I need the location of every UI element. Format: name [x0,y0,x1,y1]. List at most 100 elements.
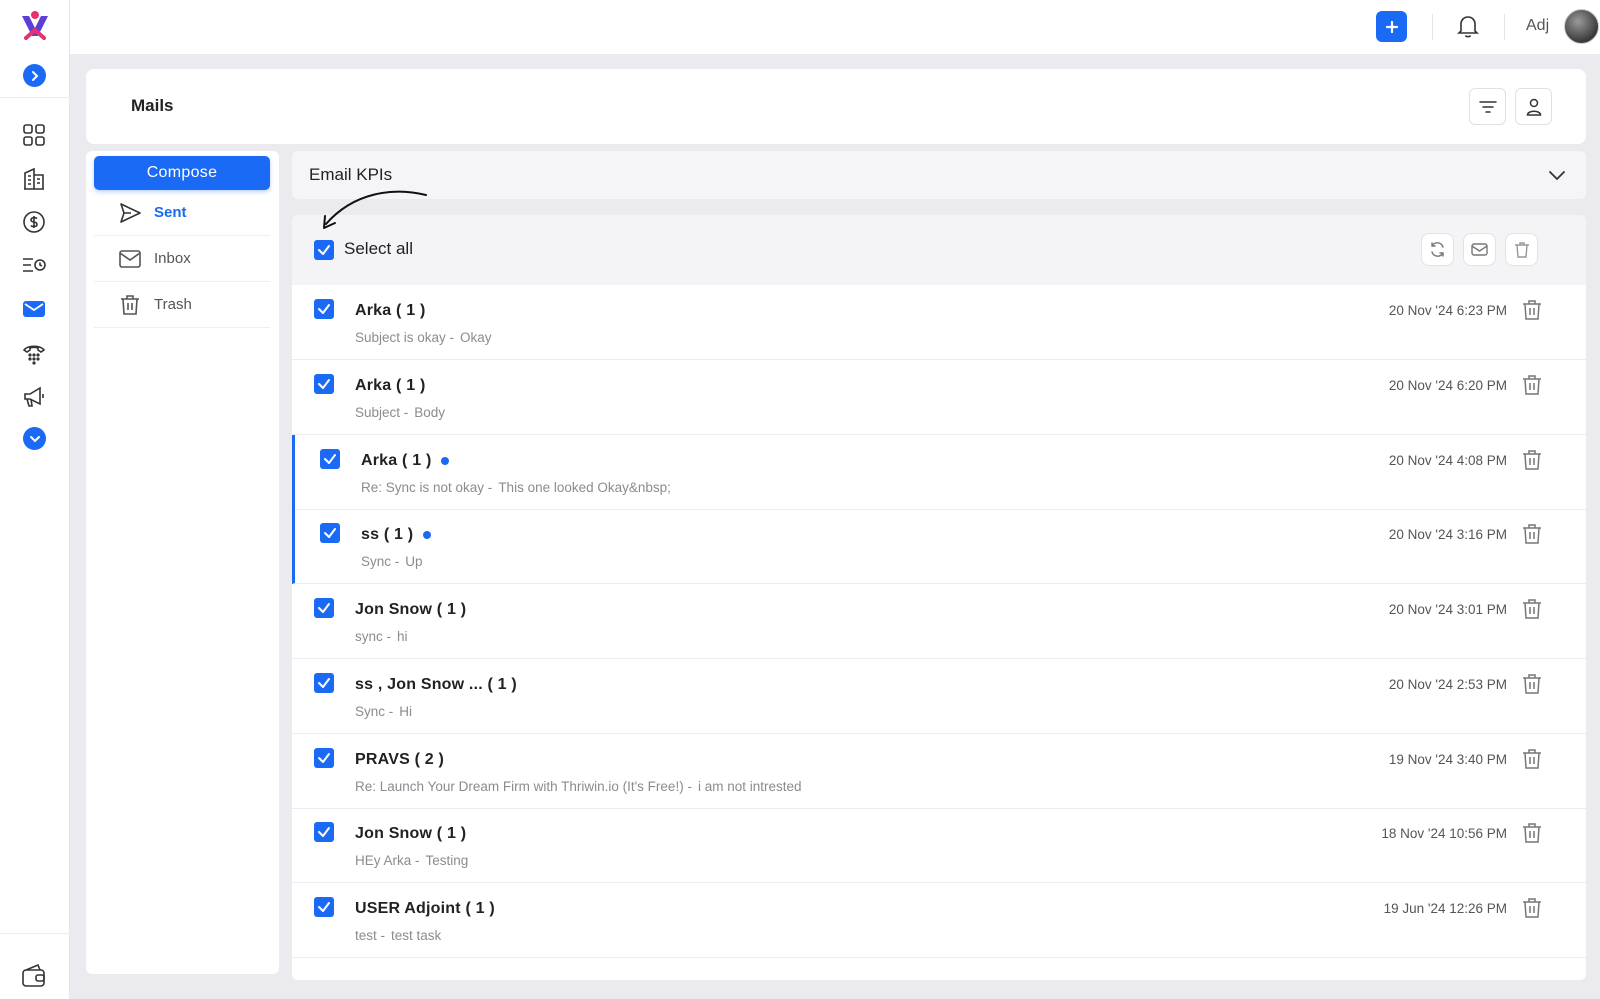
email-sender: Arka ( 1 ) [355,302,425,320]
trash-icon[interactable] [1520,747,1544,771]
more-nav-button[interactable] [23,427,46,450]
email-row[interactable]: Jon Snow ( 1 ) sync - hi 20 Nov '24 3:01 PM [292,584,1586,659]
trash-icon [121,294,139,315]
email-timestamp: 19 Nov '24 3:40 PM [1388,752,1507,767]
topbar-divider [1432,14,1433,40]
rail-divider [0,97,70,98]
quick-add-button[interactable] [1376,11,1407,42]
check-icon [324,528,336,538]
nav-companies[interactable] [20,165,48,193]
nav-campaigns[interactable] [20,383,48,411]
email-kpis-accordion[interactable]: Email KPIs [292,151,1586,199]
filter-button[interactable] [1469,88,1506,125]
trash-icon[interactable] [1520,821,1544,845]
sender-name: Jon Snow ( 1 ) [355,601,467,618]
email-row[interactable]: ss ( 1 ) Sync - Up 20 Nov '24 3:16 PM [292,509,1586,584]
plus-icon [1385,20,1398,33]
user-name[interactable]: Adj [1526,17,1549,35]
trash-icon[interactable] [1520,522,1544,546]
row-checkbox[interactable] [314,299,334,319]
row-checkbox[interactable] [314,374,334,394]
trash-icon[interactable] [1520,373,1544,397]
email-row[interactable]: Arka ( 1 ) Subject is okay - Okay 20 Nov '2… [292,285,1586,360]
dollar-circle-icon [23,211,45,233]
mark-read-button[interactable] [1463,233,1496,266]
top-bar: Adj [70,0,1600,54]
email-list-panel: Select all Arka ( 1 ) Subject is okay - Ok… [292,215,1586,980]
trash-icon[interactable] [1520,448,1544,472]
sender-name: ss ( 1 ) [361,526,414,543]
email-sender: USER Adjoint ( 1 ) [355,900,495,918]
check-icon [318,753,330,763]
email-sender: Jon Snow ( 1 ) [355,601,466,619]
sender-name: Arka ( 1 ) [355,302,426,319]
expand-sidebar-button[interactable] [23,64,46,87]
trash-icon[interactable] [1520,896,1544,920]
row-checkbox[interactable] [320,523,340,543]
check-icon [318,827,330,837]
mail-filled-icon [23,301,45,317]
email-row[interactable]: Arka ( 1 ) Re: Sync is not okay - This one… [292,435,1586,510]
row-checkbox[interactable] [320,449,340,469]
email-preview: Subject is okay - Okay [355,330,492,345]
email-sender: ss , Jon Snow ... ( 1 ) [355,676,517,694]
email-row[interactable]: PRAVS ( 2 ) Re: Launch Your Dream Firm wi… [292,734,1586,809]
select-all-label[interactable]: Select all [344,239,413,259]
user-filter-button[interactable] [1515,88,1552,125]
email-preview: test - test task [355,928,441,943]
chevron-down-icon[interactable] [1546,164,1568,186]
folder-trash[interactable]: Trash [94,282,270,328]
sender-name: Arka ( 1 ) [361,452,432,469]
row-checkbox[interactable] [314,748,334,768]
page-title: Mails [131,96,174,115]
email-preview: Re: Launch Your Dream Firm with Thriwin.… [355,779,802,794]
user-icon [1526,98,1541,116]
email-body: i am not intrested [697,779,802,794]
email-row[interactable]: Arka ( 1 ) Subject - Body 20 Nov '24 6:20 P… [292,360,1586,435]
email-body: Up [405,554,423,569]
email-sender: Jon Snow ( 1 ) [355,825,466,843]
email-sender: ss ( 1 ) [361,526,432,544]
nav-finance[interactable] [20,208,48,236]
nav-dashboard[interactable] [20,121,48,149]
bell-icon[interactable] [1454,12,1482,40]
row-checkbox[interactable] [314,822,334,842]
send-icon [120,202,141,223]
nav-mails[interactable] [20,295,48,323]
row-checkbox[interactable] [314,598,334,618]
trash-icon[interactable] [1520,298,1544,322]
email-timestamp: 20 Nov '24 2:53 PM [1388,677,1507,692]
rail-divider [0,933,70,934]
app-logo-icon[interactable] [16,8,54,46]
nav-tasks[interactable] [20,251,48,279]
email-row[interactable]: Jon Snow ( 1 ) HEy Arka - Testing 18 Nov '2… [292,808,1586,883]
email-timestamp: 20 Nov '24 3:16 PM [1388,527,1507,542]
check-icon [318,245,330,255]
compose-button[interactable]: Compose [94,156,270,190]
sender-name: PRAVS ( 2 ) [355,751,445,768]
row-checkbox[interactable] [314,897,334,917]
mail-open-icon [1471,243,1488,256]
email-timestamp: 19 Jun '24 12:26 PM [1383,901,1507,916]
folder-sent[interactable]: Sent [94,190,270,236]
nav-calls[interactable] [20,339,48,367]
email-preview: Subject - Body [355,405,445,420]
email-subject: Re: Sync is not okay - [361,480,493,495]
avatar[interactable] [1564,9,1599,44]
email-preview: Re: Sync is not okay - This one looked Ok… [361,480,671,495]
building-icon [24,167,44,190]
refresh-button[interactable] [1421,233,1454,266]
wallet-icon[interactable] [20,962,48,990]
email-row[interactable]: ss , Jon Snow ... ( 1 ) Sync - Hi 20 Nov '2… [292,659,1586,734]
row-checkbox[interactable] [314,673,334,693]
chevron-right-icon [31,70,38,81]
email-sender: Arka ( 1 ) [355,377,425,395]
select-all-checkbox[interactable] [314,240,334,260]
trash-icon[interactable] [1520,672,1544,696]
trash-icon[interactable] [1520,597,1544,621]
email-row[interactable]: USER Adjoint ( 1 ) test - test task 19 Jun … [292,883,1586,958]
folder-inbox[interactable]: Inbox [94,236,270,282]
kpi-title: Email KPIs [309,165,393,184]
email-subject: HEy Arka - [355,853,420,868]
bulk-delete-button[interactable] [1505,233,1538,266]
